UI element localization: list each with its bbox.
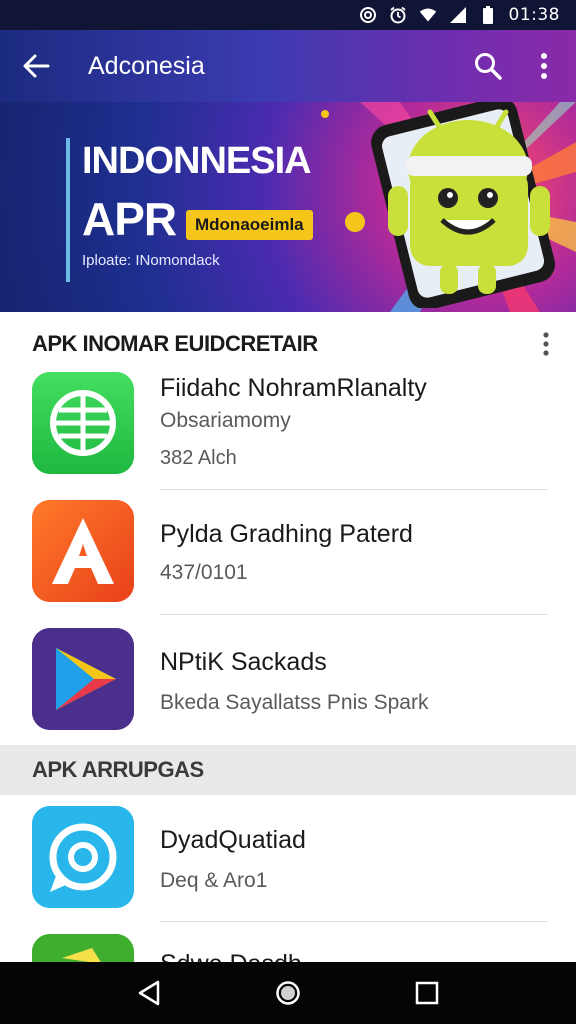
back-triangle-icon [139, 980, 160, 1006]
app-bar: Adconesia [0, 30, 576, 102]
android-mascot-image [371, 102, 555, 308]
banner-headline-2: APR [82, 193, 177, 245]
at-icon [359, 6, 377, 24]
page-title: Adconesia [88, 51, 205, 80]
nav-recents-button[interactable] [399, 965, 455, 1021]
list-item[interactable]: Pylda Gradhing Paterd 437/0101 [0, 496, 576, 612]
app-name: NPtiK Sackads [160, 648, 327, 676]
play-triangle-icon [32, 628, 134, 730]
more-vert-icon [541, 53, 547, 79]
section-header-2: APK ARRUPGAS [0, 745, 576, 795]
arrow-left-icon [23, 54, 50, 78]
status-bar: 01:38 [0, 0, 576, 30]
alarm-icon [389, 6, 407, 24]
recents-square-icon [415, 981, 438, 1005]
app-meta: 382 Alch [160, 447, 237, 469]
banner-badge: Mdonaoeimla [186, 210, 313, 240]
divider [160, 921, 548, 922]
section-1-more-button[interactable] [516, 316, 576, 372]
letter-a-icon [32, 500, 134, 602]
search-button[interactable] [460, 30, 516, 102]
back-button[interactable] [0, 30, 72, 102]
section-header-1: APK INOMAR EUIDCRETAIR [0, 316, 576, 372]
battery-icon [479, 6, 497, 24]
banner-frame [66, 138, 70, 282]
list-item[interactable]: Fiidahc NohramRlanalty Obsariamomy 382 A… [0, 370, 576, 488]
app-subtitle: 437/0101 [160, 561, 248, 584]
search-icon [475, 53, 502, 80]
nav-back-button[interactable] [121, 965, 177, 1021]
divider [160, 614, 548, 615]
divider [160, 489, 548, 490]
list-item[interactable]: Sdwe Dasdh [0, 930, 576, 962]
app-subtitle: Obsariamomy [160, 409, 291, 432]
banner-subline: Iploate: INomondack [82, 252, 220, 269]
home-circle-icon [276, 981, 300, 1005]
wifi-icon [419, 6, 437, 24]
folder-icon [32, 934, 134, 962]
app-name: DyadQuatiad [160, 826, 306, 854]
globe-icon [32, 372, 134, 474]
list-item[interactable]: NPtiK Sackads Bkeda Sayallatss Pnis Spar… [0, 622, 576, 742]
signal-icon [449, 6, 467, 24]
chat-target-icon [32, 806, 134, 908]
app-name: Fiidahc NohramRlanalty [160, 374, 427, 402]
status-time: 01:38 [508, 5, 560, 25]
app-name: Sdwe Dasdh [160, 950, 552, 962]
system-nav-bar [0, 962, 576, 1024]
section-2-title: APK ARRUPGAS [32, 757, 204, 782]
promo-banner[interactable]: INDONNESIA APR Mdonaoeimla Iploate: INom… [0, 102, 576, 312]
overflow-menu-button[interactable] [516, 30, 572, 102]
app-name: Pylda Gradhing Paterd [160, 520, 413, 548]
app-subtitle: Deq & Aro1 [160, 869, 268, 892]
section-1-title: APK INOMAR EUIDCRETAIR [32, 331, 318, 356]
banner-headline-1: INDONNESIA [82, 140, 312, 182]
list-item[interactable]: DyadQuatiad Deq & Aro1 [0, 800, 576, 920]
more-vert-icon [543, 332, 549, 356]
nav-home-button[interactable] [260, 965, 316, 1021]
app-subtitle: Bkeda Sayallatss Pnis Spark [160, 691, 429, 714]
